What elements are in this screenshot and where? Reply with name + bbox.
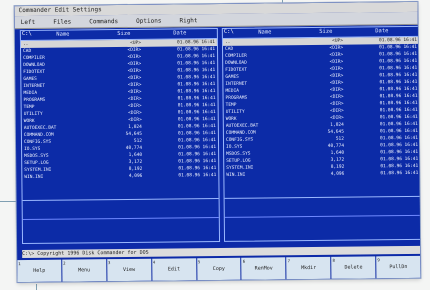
f8-delete-key[interactable]: 8 Delete	[331, 256, 376, 279]
file-size: 4,096	[128, 173, 143, 179]
file-name: WIN.INI	[226, 172, 246, 178]
right-footer-divider	[224, 214, 421, 218]
menu-right[interactable]: Right	[179, 17, 197, 24]
file-size: 4,096	[330, 171, 345, 177]
f7-mkdir-key[interactable]: 7 Mkdir	[286, 256, 331, 280]
guide-line-bottom	[36, 284, 37, 290]
left-header-size: Size	[117, 30, 131, 38]
right-panel-footer	[224, 195, 421, 241]
file-name: WIN.INI	[24, 174, 44, 181]
menu-options[interactable]: Options	[136, 17, 161, 24]
f4-edit-key[interactable]: 4 Edit	[151, 258, 196, 281]
table-row[interactable]: WIN.INI 4,096 01.08.96 16:41	[22, 172, 218, 181]
menu-files[interactable]: Files	[53, 18, 71, 25]
f9-pulldn-key[interactable]: 9 PullDn	[376, 255, 421, 279]
function-key-bar: 1 Help 2 Menu 3 View 4 Edit 5 Copy 6 RenMov 7M…	[17, 255, 421, 283]
file-date: 01.08.96 16:41	[380, 170, 419, 177]
menu-left[interactable]: Left	[21, 18, 36, 25]
right-header-date: Date	[375, 28, 389, 35]
right-file-panel[interactable]: C:\ Name Size Date .. <UP> 01.08.96 16:41 C…	[221, 25, 421, 242]
table-row[interactable]: WIN.INI 4,096 01.08.96 16:41	[224, 170, 420, 179]
f1-help-key[interactable]: 1 Help	[17, 259, 62, 283]
right-file-list[interactable]: .. <UP> 01.08.96 16:41 CAD <DIR> 01.08.96 16:…	[222, 36, 421, 199]
left-panel-footer	[22, 197, 220, 244]
file-date: 01.08.96 16:41	[178, 173, 217, 179]
left-header-date: Date	[173, 30, 187, 37]
menu-commands[interactable]: Commands	[89, 18, 118, 25]
f5-copy-key[interactable]: 5 Copy	[196, 257, 241, 281]
right-header-size: Size	[319, 28, 333, 35]
left-file-list[interactable]: .. <UP> 01.08.96 16:41 CAD <DIR> 01.08.96 16:…	[20, 39, 219, 201]
left-footer-divider	[22, 216, 219, 221]
f3-view-key[interactable]: 3 View	[106, 258, 152, 282]
left-header-name: Name	[56, 31, 70, 38]
right-header-name: Name	[258, 29, 272, 36]
left-file-panel[interactable]: C:\ Name Size Date .. <UP> 01.08.96 16:41 C…	[19, 27, 221, 245]
dos-file-manager-screen: Commander Edit Settings Left Files Comma…	[14, 1, 421, 283]
f2-menu-key[interactable]: 2 Menu	[62, 259, 107, 282]
f6-renmov-key[interactable]: 6 RenMov	[241, 257, 286, 280]
